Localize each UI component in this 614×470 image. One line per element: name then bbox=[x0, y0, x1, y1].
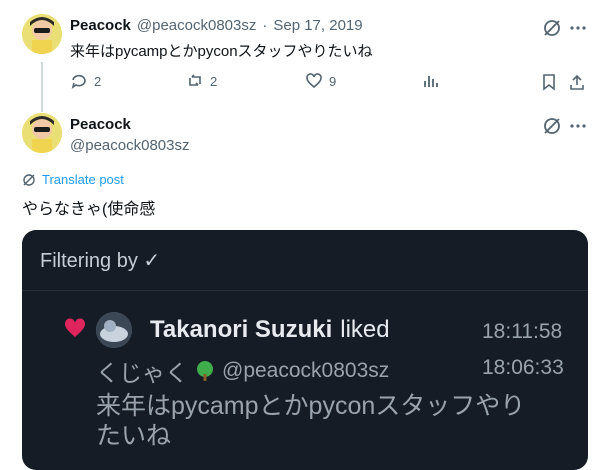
reply-icon bbox=[70, 72, 88, 90]
tweet-text: 来年はpycampとかpyconスタッフやりたいね bbox=[70, 43, 373, 60]
like-count: 9 bbox=[329, 73, 337, 89]
reply-count: 2 bbox=[94, 73, 102, 89]
author-handle[interactable]: @peacock0803sz bbox=[137, 17, 256, 34]
tree-emoji-icon bbox=[194, 360, 216, 382]
retweet-button[interactable]: 2 bbox=[186, 72, 217, 90]
thread-connector bbox=[41, 62, 43, 112]
like-button[interactable]: 9 bbox=[305, 72, 336, 90]
liked-label: liked bbox=[340, 316, 390, 343]
avatar[interactable] bbox=[22, 14, 62, 54]
separator-dot: · bbox=[262, 17, 268, 34]
like-icon bbox=[305, 72, 323, 90]
views-button[interactable] bbox=[422, 72, 440, 90]
translate-icon bbox=[22, 173, 36, 187]
tweet-text: やらなきゃ(使命感 bbox=[22, 201, 156, 218]
original-author: くじゃく bbox=[96, 360, 188, 386]
author-handle[interactable]: @peacock0803sz bbox=[70, 137, 189, 154]
retweet-count: 2 bbox=[210, 73, 218, 89]
grok-icon[interactable] bbox=[542, 116, 562, 136]
embedded-image[interactable]: Filtering by ✓ Takanori Suzuki liked 18:… bbox=[22, 230, 588, 470]
liker-name: Takanori Suzuki bbox=[150, 316, 333, 343]
grok-icon[interactable] bbox=[542, 18, 562, 38]
author-name[interactable]: Peacock bbox=[70, 116, 131, 133]
author-name[interactable]: Peacock bbox=[70, 17, 131, 34]
avatar[interactable] bbox=[22, 113, 62, 153]
more-icon[interactable] bbox=[568, 116, 588, 136]
original-handle: @peacock0803sz bbox=[222, 359, 390, 382]
retweet-icon bbox=[186, 72, 204, 90]
liker-avatar bbox=[96, 312, 132, 348]
original-text-line2: たいね bbox=[96, 422, 172, 450]
share-icon[interactable] bbox=[568, 73, 586, 91]
liked-time: 18:11:58 bbox=[482, 320, 563, 343]
filter-header: Filtering by ✓ bbox=[22, 230, 588, 291]
translate-link[interactable]: Translate post bbox=[22, 172, 124, 187]
reply-button[interactable]: 2 bbox=[70, 72, 101, 90]
translate-label: Translate post bbox=[42, 172, 124, 187]
bookmark-icon[interactable] bbox=[540, 73, 558, 91]
more-icon[interactable] bbox=[568, 18, 588, 38]
original-time: 18:06:33 bbox=[482, 356, 564, 379]
heart-icon bbox=[64, 318, 86, 343]
timestamp[interactable]: Sep 17, 2019 bbox=[273, 17, 362, 34]
views-icon bbox=[422, 72, 440, 90]
